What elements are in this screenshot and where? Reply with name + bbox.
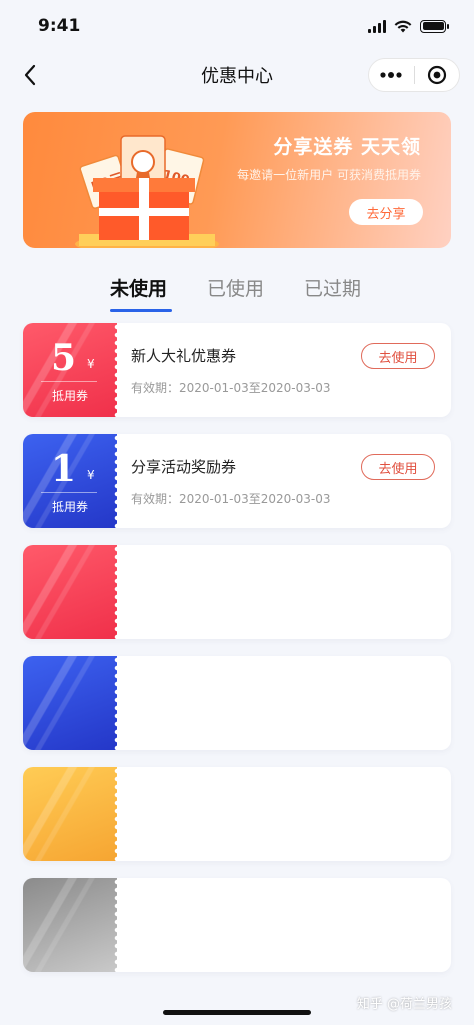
coupon-card[interactable]: 1 ¥ 抵用券 分享活动奖励券 有效期：2020-01-03至2020-03-0… [23,434,451,528]
close-button[interactable] [415,59,460,91]
home-indicator [163,1010,311,1015]
coupon-card[interactable]: 5 ¥ 抵用券 新人大礼优惠券 有效期：2020-01-03至2020-03-0… [23,323,451,417]
gift-box-illustration: 50元 100 [75,135,219,248]
tab-expired[interactable]: 已过期 [304,274,361,301]
nav-bar: 优惠中心 [0,52,474,98]
active-tab-indicator [110,309,172,312]
placeholder-card [23,878,451,972]
currency-symbol: ¥ [87,468,95,482]
coupon-tabs: 未使用 已使用 已过期 [0,274,474,314]
back-button[interactable] [16,61,44,89]
status-time: 9:41 [38,16,81,36]
battery-icon [420,19,449,33]
share-banner: 50元 100 分享送券 天天领 每邀请一位新用户 可获消费抵用券 去分享 [23,112,451,248]
placeholder-card [23,545,451,639]
coupon-stub: 5 ¥ 抵用券 [23,323,117,417]
currency-symbol: ¥ [87,357,95,371]
status-icons [368,19,449,33]
more-button[interactable] [369,59,414,91]
coupon-type-label: 抵用券 [51,500,88,514]
tab-used[interactable]: 已使用 [207,274,264,301]
use-coupon-button[interactable]: 去使用 [361,343,435,369]
placeholder-stub [23,767,117,861]
wifi-icon [394,20,412,32]
coupon-validity: 有效期：2020-01-03至2020-03-03 [131,381,331,395]
coupon-name: 分享活动奖励券 [131,458,237,476]
coupon-name: 新人大礼优惠券 [131,347,237,365]
coupon-value: 1 [51,448,77,490]
share-button[interactable]: 去分享 [349,199,423,225]
placeholder-stub [23,878,117,972]
banner-title: 分享送券 天天领 [273,136,421,158]
coupon-value: 5 [51,337,77,379]
chevron-left-icon [24,64,36,86]
tab-unused[interactable]: 未使用 [110,274,167,301]
target-circle-icon [427,65,446,85]
watermark: 知乎 @荷兰男孩 [356,997,452,1012]
banner-subtitle: 每邀请一位新用户 可获消费抵用券 [237,168,421,182]
placeholder-stub [23,656,117,750]
more-dots-icon [380,72,402,78]
coupon-validity: 有效期：2020-01-03至2020-03-03 [131,492,331,506]
status-bar: 9:41 [0,0,474,52]
mini-program-capsule [368,58,460,92]
page-title: 优惠中心 [201,66,273,87]
use-coupon-button[interactable]: 去使用 [361,454,435,480]
placeholder-card [23,656,451,750]
coupon-type-label: 抵用券 [51,389,88,403]
signal-icon [368,19,386,33]
placeholder-stub [23,545,117,639]
placeholder-card [23,767,451,861]
coupon-stub: 1 ¥ 抵用券 [23,434,117,528]
